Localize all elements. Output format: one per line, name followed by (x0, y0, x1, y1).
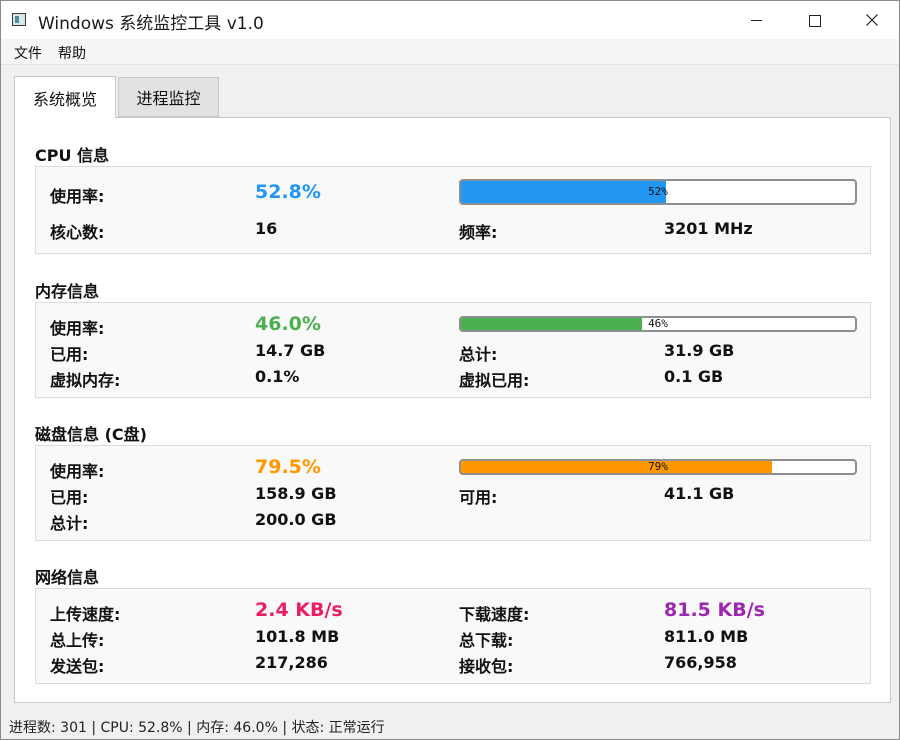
menu-bar: 文件 帮助 (1, 39, 899, 65)
memory-usage-label: 使用率: (50, 319, 105, 338)
packets-sent-label: 发送包: (50, 657, 105, 676)
disk-group: 使用率: 79.5% 79% 已用: 158.9 GB 可用: 41.1 GB … (35, 445, 871, 541)
total-download-value: 811.0 MB (664, 627, 749, 646)
memory-total-label: 总计: (459, 345, 498, 364)
cpu-progress-text: 52% (648, 185, 668, 198)
cpu-group: 使用率: 52.8% 52% 核心数: 16 频率: 3201 MHz (35, 166, 871, 254)
tab-process[interactable]: 进程监控 (118, 77, 219, 117)
disk-used-label: 已用: (50, 488, 89, 507)
disk-usage-label: 使用率: (50, 462, 105, 481)
disk-section-title: 磁盘信息 (C盘) (35, 425, 147, 444)
cpu-usage-label: 使用率: (50, 187, 105, 206)
disk-free-label: 可用: (459, 488, 498, 507)
network-section-title: 网络信息 (35, 568, 100, 587)
cpu-section-title: CPU 信息 (35, 146, 110, 165)
close-button[interactable] (843, 1, 900, 39)
minimize-button[interactable] (727, 1, 785, 39)
total-upload-label: 总上传: (50, 631, 105, 650)
memory-progress-bar: 46% (459, 316, 857, 332)
virtual-memory-value: 0.1% (255, 367, 300, 386)
memory-progress-text: 46% (648, 317, 668, 330)
app-icon (12, 13, 26, 26)
network-group: 上传速度: 2.4 KB/s 下载速度: 81.5 KB/s 总上传: 101.… (35, 588, 871, 684)
overview-panel: CPU 信息 使用率: 52.8% 52% 核心数: 16 频率: 3201 M… (14, 117, 891, 703)
title-bar[interactable]: Windows 系统监控工具 v1.0 (1, 1, 899, 39)
cpu-freq-label: 频率: (459, 223, 498, 242)
packets-recv-label: 接收包: (459, 657, 514, 676)
packets-recv-value: 766,958 (664, 653, 737, 672)
status-bar: 进程数: 301 | CPU: 52.8% | 内存: 46.0% | 状态: … (9, 720, 385, 736)
upload-speed-value: 2.4 KB/s (255, 599, 343, 621)
cpu-freq-value: 3201 MHz (664, 219, 753, 238)
disk-progress-bar: 79% (459, 459, 857, 475)
memory-used-value: 14.7 GB (255, 341, 326, 360)
disk-free-value: 41.1 GB (664, 484, 735, 503)
virtual-memory-label: 虚拟内存: (50, 371, 121, 390)
total-upload-value: 101.8 MB (255, 627, 340, 646)
disk-total-label: 总计: (50, 514, 89, 533)
tab-overview[interactable]: 系统概览 (14, 76, 116, 118)
memory-group: 使用率: 46.0% 46% 已用: 14.7 GB 总计: 31.9 GB 虚… (35, 302, 871, 398)
disk-usage-value: 79.5% (255, 456, 321, 478)
cpu-cores-label: 核心数: (50, 223, 105, 242)
memory-used-label: 已用: (50, 345, 89, 364)
virtual-used-value: 0.1 GB (664, 367, 724, 386)
window-title: Windows 系统监控工具 v1.0 (38, 14, 264, 34)
memory-usage-value: 46.0% (255, 313, 321, 335)
cpu-usage-value: 52.8% (255, 181, 321, 203)
disk-total-value: 200.0 GB (255, 510, 337, 529)
menu-help[interactable]: 帮助 (58, 43, 86, 63)
download-speed-value: 81.5 KB/s (664, 599, 765, 621)
memory-total-value: 31.9 GB (664, 341, 735, 360)
packets-sent-value: 217,286 (255, 653, 328, 672)
download-speed-label: 下载速度: (459, 605, 530, 624)
close-icon (866, 14, 878, 26)
maximize-button[interactable] (785, 1, 843, 39)
disk-used-value: 158.9 GB (255, 484, 337, 503)
memory-section-title: 内存信息 (35, 282, 100, 301)
app-window: Windows 系统监控工具 v1.0 文件 帮助 系统概览 进程监控 CPU … (0, 0, 900, 740)
upload-speed-label: 上传速度: (50, 605, 121, 624)
virtual-used-label: 虚拟已用: (459, 371, 530, 390)
total-download-label: 总下载: (459, 631, 514, 650)
menu-file[interactable]: 文件 (14, 43, 42, 63)
disk-progress-text: 79% (648, 460, 668, 473)
cpu-progress-bar: 52% (459, 179, 857, 205)
cpu-cores-value: 16 (255, 219, 278, 238)
